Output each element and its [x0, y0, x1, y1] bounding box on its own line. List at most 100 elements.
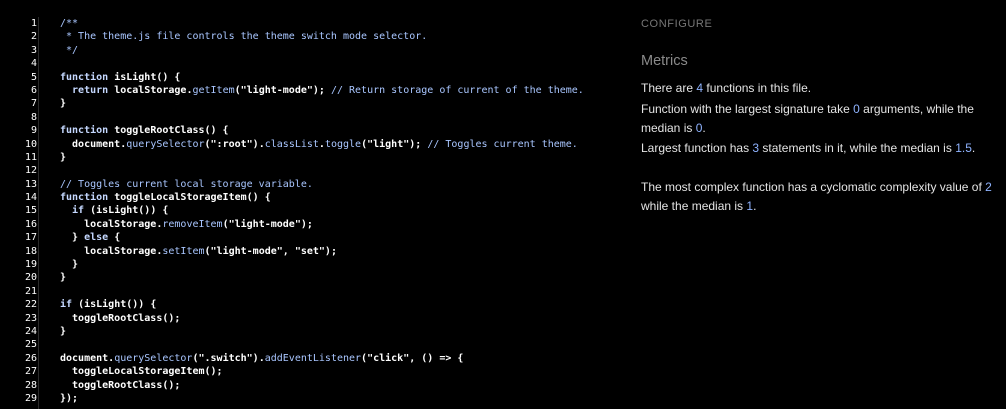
code-line: 7}	[0, 97, 620, 110]
line-number-text: 17	[24, 232, 37, 244]
code-text: return localStorage.getItem("light-mode"…	[60, 84, 584, 97]
line-number-text: 21	[24, 285, 37, 297]
line-number: 19	[0, 258, 37, 271]
code-text: document.querySelector(".switch").addEve…	[60, 352, 463, 365]
metrics-panel: CONFIGURE Metrics There are 4 functions …	[641, 0, 996, 409]
configure-link[interactable]: CONFIGURE	[641, 18, 712, 30]
code-token: document.	[60, 138, 127, 150]
code-token: addEventListener	[264, 352, 362, 364]
line-number-text: 22	[24, 299, 37, 311]
line-number-text: 14	[24, 192, 37, 204]
metric-text: functions in this file.	[703, 81, 812, 95]
metric-text: Largest function has	[641, 141, 753, 155]
metrics-heading: Metrics	[641, 53, 688, 69]
code-line: 14 function toggleLocalStorageItem() {	[0, 191, 620, 204]
code-line: 23 toggleRootClass();	[0, 312, 620, 325]
code-token: toggleRootClass();	[60, 379, 181, 391]
code-text: });	[60, 392, 78, 405]
code-line: 8	[0, 111, 620, 124]
code-line: 10 document.querySelector(":root").class…	[0, 138, 620, 151]
line-number-text: 6	[30, 84, 37, 96]
line-number: 13	[0, 178, 37, 191]
line-number: 2	[0, 30, 37, 43]
line-number: 9	[0, 124, 37, 137]
code-text: if (isLight()) {	[60, 204, 168, 217]
code-text: }	[60, 151, 66, 164]
code-token: {	[108, 232, 121, 244]
code-token: });	[60, 392, 79, 404]
code-token: toggleLocalStorageItem();	[60, 366, 223, 378]
code-token: getItem	[192, 84, 235, 96]
line-number-text: 26	[24, 352, 37, 364]
code-line: 2 * The theme.js file controls the theme…	[0, 30, 620, 43]
code-text: }	[60, 97, 66, 110]
line-number: 22	[0, 298, 37, 311]
code-token: /**	[60, 18, 79, 29]
code-token: return	[60, 84, 109, 96]
code-token: (isLight()) {	[84, 205, 169, 217]
code-text: toggleRootClass();	[60, 312, 180, 325]
code-token: ("light");	[361, 138, 422, 150]
line-number: 24	[0, 325, 37, 338]
code-token: (":root").	[204, 138, 265, 150]
code-token: classList	[264, 138, 319, 150]
code-line: 11}	[0, 151, 620, 164]
code-token: ("light-mode");	[222, 218, 313, 230]
line-number: 25	[0, 338, 37, 351]
line-number-text: 16	[24, 218, 37, 230]
line-number-text: 29	[24, 392, 37, 404]
code-token: }	[60, 151, 67, 163]
line-number: 4	[0, 57, 37, 70]
code-editor[interactable]: 1/** 2 * The theme.js file controls the t…	[0, 0, 620, 409]
code-token: (isLight()) {	[72, 299, 157, 311]
line-number: 16	[0, 218, 37, 231]
code-token: */	[60, 44, 79, 56]
line-number-text: 12	[24, 165, 37, 177]
code-text: }	[60, 258, 78, 271]
line-number-text: 8	[30, 111, 37, 123]
code-text: if (isLight()) {	[60, 298, 156, 311]
line-number-text: 10	[24, 138, 37, 150]
code-token: querySelector	[114, 352, 193, 364]
line-number-text: 2	[30, 31, 37, 43]
line-number-text: 28	[24, 379, 37, 391]
line-number: 18	[0, 245, 37, 258]
code-text: document.querySelector(":root").classLis…	[60, 138, 578, 151]
code-token: isLight() {	[108, 71, 181, 83]
code-token: function	[60, 192, 109, 204]
code-token: (".switch").	[192, 352, 265, 364]
line-number-text: 27	[24, 366, 37, 378]
metric-median-value: 1.5	[955, 141, 972, 155]
metric-text: The most complex function has a cyclomat…	[641, 180, 986, 194]
code-line: 16 localStorage.removeItem("light-mode")…	[0, 218, 620, 231]
code-token: if	[60, 205, 85, 217]
line-number: 27	[0, 365, 37, 378]
code-line: 18 localStorage.setItem("light-mode", "s…	[0, 245, 620, 258]
code-token: * The theme.js file controls the theme s…	[60, 31, 428, 43]
code-token: document.	[60, 352, 115, 364]
code-line: 4	[0, 57, 620, 70]
line-number-text: 11	[24, 151, 37, 163]
code-token: querySelector	[126, 138, 205, 150]
line-number: 12	[0, 164, 37, 177]
code-text: function toggleRootClass() {	[60, 124, 229, 137]
line-number: 7	[0, 97, 37, 110]
metric-text: while the median is	[641, 199, 747, 213]
code-text: /**	[60, 17, 78, 30]
code-token: ("light-mode");	[234, 84, 325, 96]
code-lines: 1/** 2 * The theme.js file controls the t…	[0, 17, 620, 405]
line-number: 28	[0, 379, 37, 392]
code-line: 19 }	[0, 258, 620, 271]
code-text: }	[60, 271, 66, 284]
metric-text: Function with the largest signature take	[641, 102, 854, 116]
code-token: localStorage.	[108, 84, 193, 96]
code-line: 12	[0, 164, 620, 177]
line-number: 5	[0, 71, 37, 84]
code-token: // Toggles current theme.	[421, 138, 578, 150]
line-number: 20	[0, 271, 37, 284]
code-line: 13 // Toggles current local storage varia…	[0, 178, 620, 191]
line-number: 29	[0, 392, 37, 405]
code-line: 21	[0, 285, 620, 298]
code-token: toggle	[324, 138, 362, 150]
line-number-text: 18	[24, 245, 37, 257]
